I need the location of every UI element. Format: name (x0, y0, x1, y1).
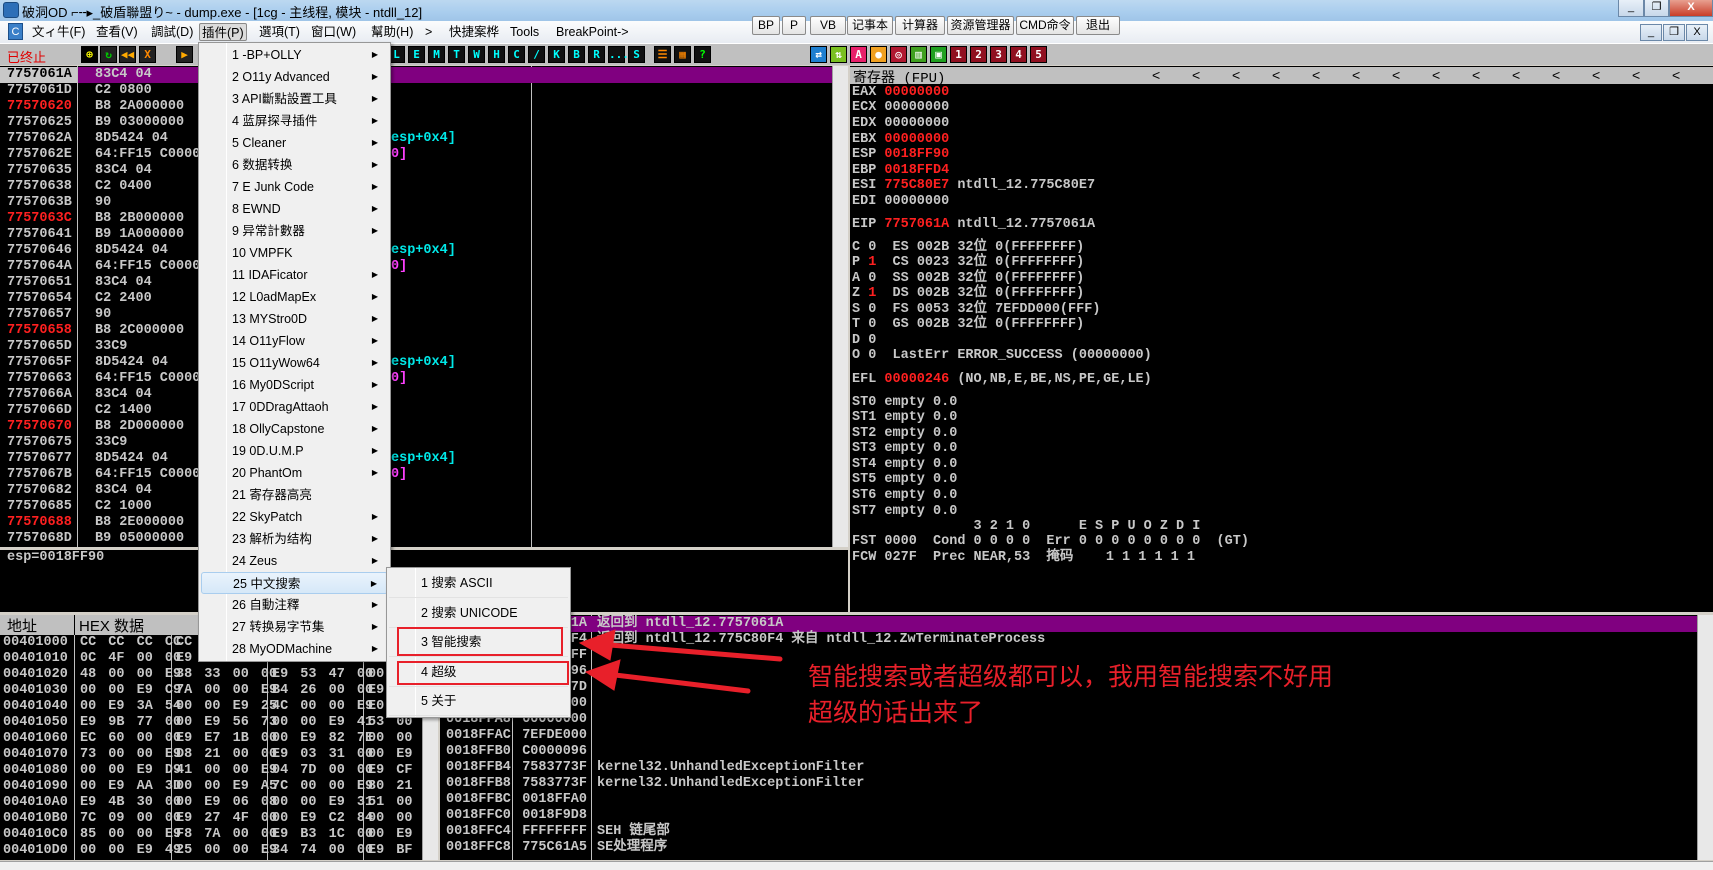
arrow-to-smart-search (607, 642, 783, 662)
annotation-arrows (578, 629, 783, 694)
arrowhead-icon (578, 629, 616, 661)
annotation-line-1: 智能搜索或者超级都可以，我用智能搜索不好用 (808, 662, 1334, 691)
annotation-line-2: 超级的话出来了 (808, 698, 984, 727)
arrow-to-super (612, 672, 751, 694)
arrowhead-icon (584, 659, 621, 691)
